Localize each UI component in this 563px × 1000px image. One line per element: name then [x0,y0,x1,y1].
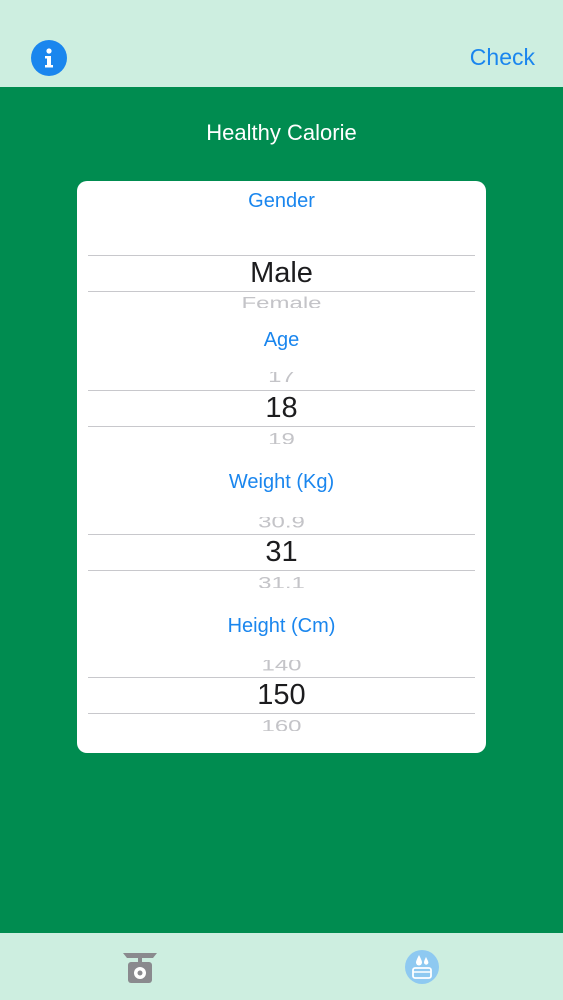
kitchen-scale-icon [123,953,157,983]
picker-selection-line [88,291,475,292]
weight-next-option[interactable]: 31.1 [88,574,475,588]
height-prev-option[interactable]: 140 [88,660,475,674]
tab-bar [0,933,563,1000]
info-icon [45,48,53,68]
age-prev-option[interactable]: 17 [88,372,475,386]
gender-label: Gender [248,190,315,212]
check-button[interactable]: Check [470,44,535,71]
height-picker[interactable]: 140 150 160 [88,649,475,753]
picker-selection-line [88,570,475,571]
height-selected-option[interactable]: 150 [88,678,475,713]
picker-selection-line [88,713,475,714]
picker-selection-line [88,426,475,427]
tab-water[interactable] [402,947,442,987]
age-label: Age [263,329,300,351]
info-button[interactable] [31,40,67,76]
gender-selected-option[interactable]: Male [88,256,475,291]
nav-bar: Check [0,0,563,87]
age-selected-option[interactable]: 18 [88,391,475,426]
water-bottle-icon [405,950,439,984]
height-next-option[interactable]: 160 [88,717,475,731]
tab-calorie[interactable] [120,947,160,987]
weight-prev-option[interactable]: 30.9 [88,517,475,531]
weight-label: Weight (Kg) [228,471,335,493]
height-label: Height (Cm) [227,615,336,637]
page-title: Healthy Calorie [206,120,357,145]
weight-selected-option[interactable]: 31 [88,535,475,570]
age-next-option[interactable]: 19 [88,430,475,444]
gender-next-option[interactable]: Female [88,294,475,308]
input-card: Gender Male Female Age 17 18 19 Weight (… [77,181,486,753]
